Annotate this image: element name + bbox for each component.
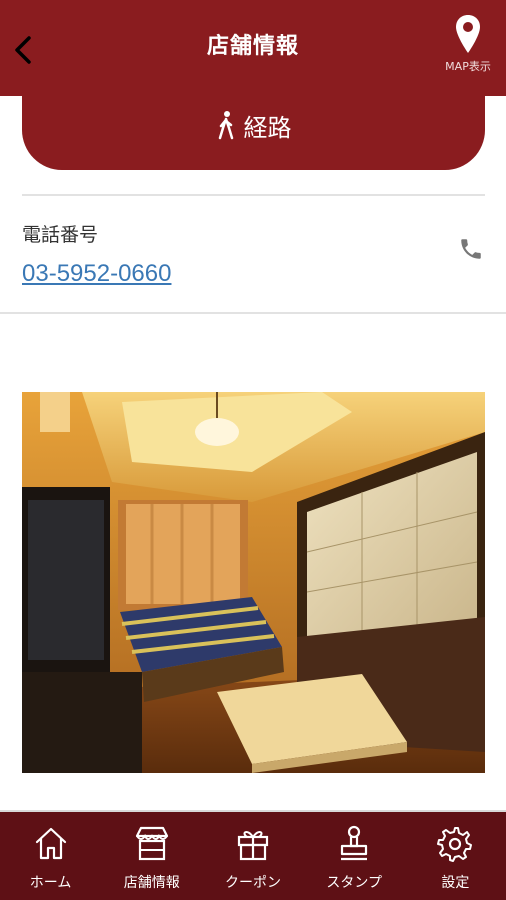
nav-label: 設定 [441,875,470,891]
nav-label: 店舗情報 [123,875,180,891]
route-button[interactable]: 経路 [22,80,485,170]
nav-label: クーポン [225,875,281,891]
walking-person-icon [218,111,233,140]
phone-number-link[interactable]: 03-5952-0660 [22,260,171,288]
gear-icon [437,827,473,862]
phone-section: 電話番号 03-5952-0660 [0,196,506,312]
nav-item-store[interactable]: 店舗情報 [101,812,202,900]
bottom-nav: ホーム 店舗情報 クーポン スタンプ 設定 [0,812,506,900]
store-icon [135,826,168,861]
nav-item-home[interactable]: ホーム [0,812,101,900]
map-label: MAP表示 [445,60,491,73]
home-icon [35,827,66,860]
nav-label: ホーム [29,875,72,891]
room-photo [22,392,485,773]
nav-item-settings[interactable]: 設定 [405,812,506,900]
stamp-icon [341,825,368,861]
page-title: 店舗情報 [206,34,299,59]
nav-label: スタンプ [326,875,382,891]
nav-item-coupon[interactable]: クーポン [202,812,303,900]
gift-icon [237,830,269,861]
divider [0,312,506,314]
room-photo-image [22,392,485,773]
route-label: 経路 [243,113,292,142]
nav-item-stamp[interactable]: スタンプ [304,812,405,900]
map-pin-icon [456,15,480,53]
map-button[interactable]: MAP表示 [438,14,498,86]
phone-icon[interactable] [458,236,484,262]
phone-title: 電話番号 [22,224,99,246]
